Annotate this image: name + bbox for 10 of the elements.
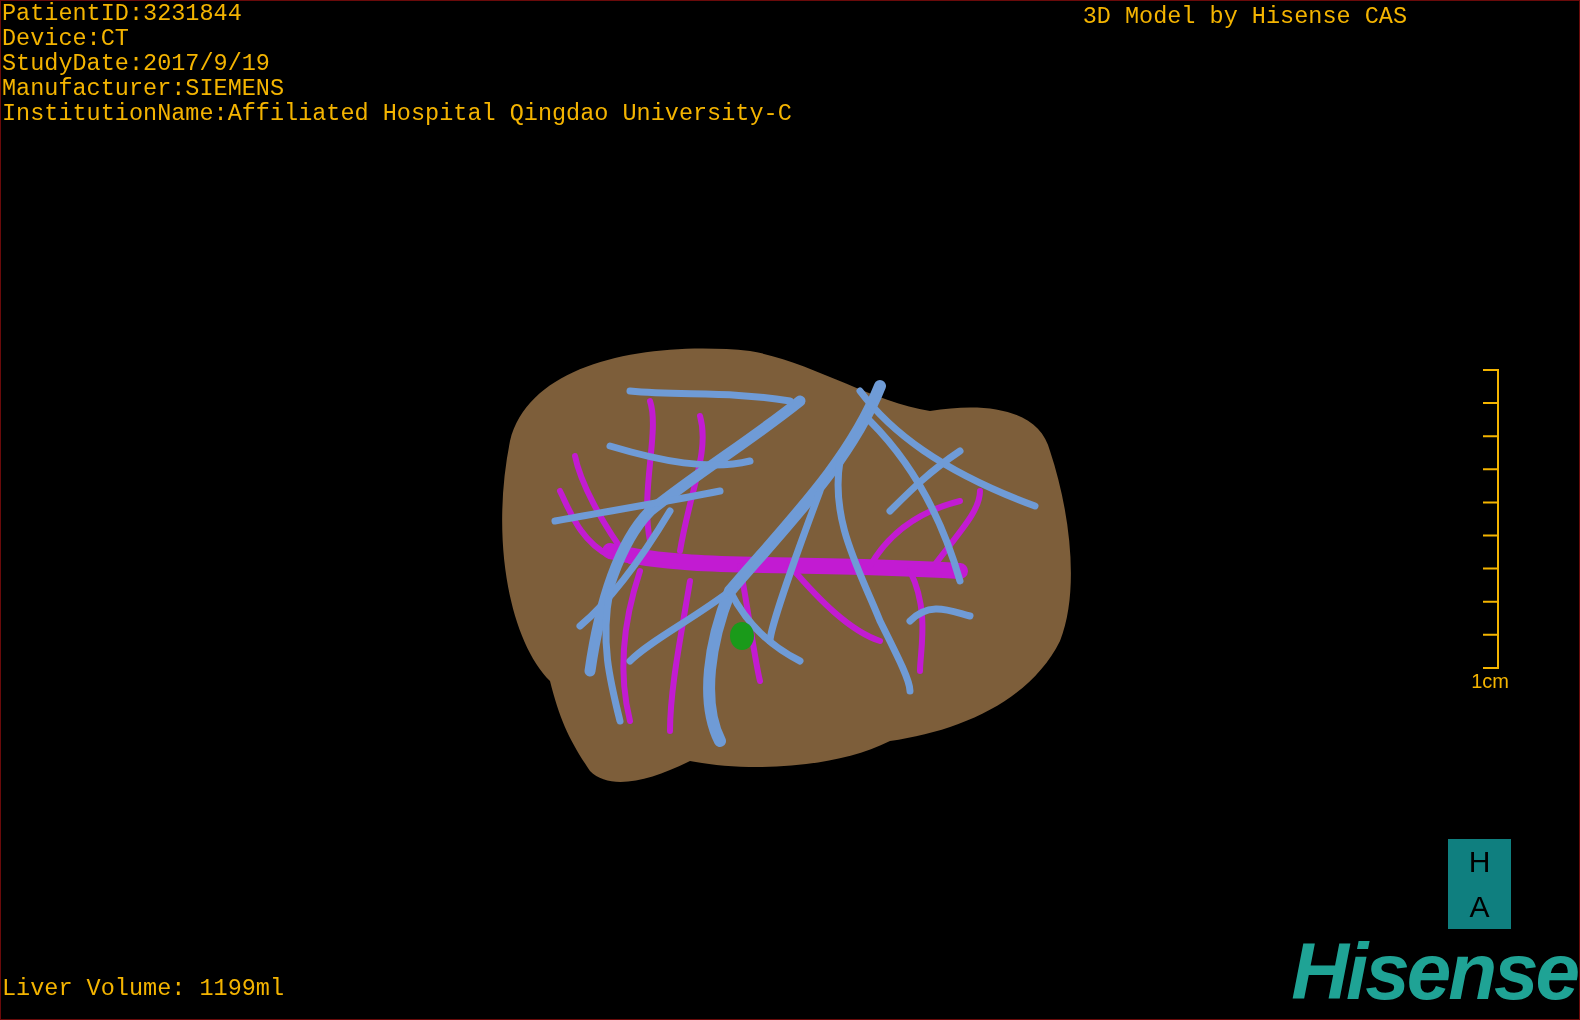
logo-wordmark: Hisense <box>1291 937 1577 1018</box>
info-line: PatientID:3231844 <box>2 1 243 26</box>
liver-volume-text: Liver Volume: 1199ml <box>1 976 285 1004</box>
scale-label: 1cm <box>1471 670 1509 692</box>
info-line: Device:CT <box>2 26 130 51</box>
info-line: Manufacturer:SIEMENS <box>2 76 286 101</box>
info-line: StudyDate:2017/9/19 <box>2 51 271 76</box>
model-credit-text: 3D Model by Hisense CAS <box>1082 2 1408 29</box>
info-line: InstitutionName:Affiliated Hospital Qingdao University-C <box>2 101 792 126</box>
logo-badge: H A <box>1448 839 1511 929</box>
